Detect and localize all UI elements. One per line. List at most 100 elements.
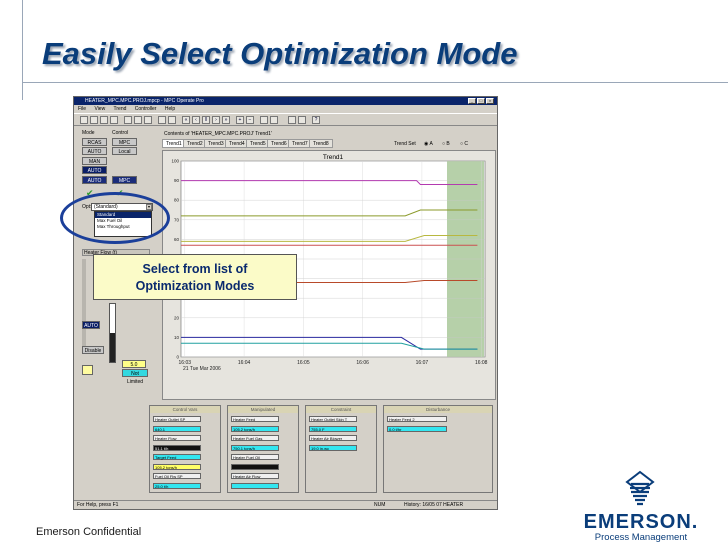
menu-view[interactable]: View <box>94 106 105 112</box>
menu-help[interactable]: Help <box>165 106 175 112</box>
rewind-icon[interactable]: ‹ <box>192 116 200 124</box>
left-rule <box>22 0 23 100</box>
tile-title: Disturbance <box>384 406 492 413</box>
chart-icon[interactable] <box>168 116 176 124</box>
tile-item: 105.2 tons/h <box>153 463 201 470</box>
tile: Constraint Heater Outlet Skin T 755.0 F Hea… <box>305 405 377 493</box>
footer-confidential: Emerson Confidential <box>36 526 142 538</box>
note-icon[interactable] <box>82 365 93 375</box>
logo-wordmark: EMERSON. <box>583 511 699 533</box>
forward-icon[interactable]: › <box>212 116 220 124</box>
control-local-button[interactable]: Local <box>112 147 137 155</box>
tile-item[interactable]: Heater Feed <box>231 416 279 422</box>
tile-item[interactable]: Heater Air Flow <box>231 473 279 479</box>
mode-rcas-button[interactable]: RCAS <box>82 138 107 146</box>
tile-item[interactable]: Heater Outlet Skin T <box>309 416 357 422</box>
tile-item[interactable]: Heater Flow <box>153 435 201 441</box>
tile-item <box>231 482 279 489</box>
menu-trend[interactable]: Trend <box>114 106 127 112</box>
rewind-fast-icon[interactable]: « <box>182 116 190 124</box>
status-bar: For Help, press F1 NUM History: 16/05 07… <box>74 500 497 509</box>
tile-item: 105.2 tons/h <box>231 425 279 432</box>
paste-icon[interactable] <box>144 116 152 124</box>
settings-icon[interactable] <box>288 116 296 124</box>
copy-icon[interactable] <box>134 116 142 124</box>
y-tick-label: 20 <box>174 315 180 320</box>
variable-tiles: Control Vars Heater Outlet SP 640.1 Heater … <box>149 405 497 495</box>
side-scale <box>82 259 86 349</box>
tile-item: Target Feed <box>153 454 201 460</box>
tile-item: 19.0 in.wc <box>309 444 357 451</box>
date-label: 21 Tue Mar 2006 <box>183 366 221 372</box>
callout-line-1: Select from list of <box>142 262 248 276</box>
tile: Disturbance Heater Feed 2 0.0 t/hr <box>383 405 493 493</box>
highlight-oval <box>60 192 170 244</box>
chart-title: Trend1 <box>323 154 344 161</box>
x-tick-label: 16:08 <box>475 360 488 366</box>
tile-item[interactable]: Fuel Oil Flw SP <box>153 473 201 479</box>
mode-auto-selected-button[interactable]: AUTO <box>82 176 107 184</box>
tile: Manipulated Heater Feed 105.2 tons/h Heater… <box>227 405 299 493</box>
tile-item: 750.1 tons/h <box>231 444 279 451</box>
print-icon[interactable] <box>110 116 118 124</box>
tile-item[interactable]: Heater Outlet SP <box>153 416 201 422</box>
not-limited-badge: Not Limited <box>122 369 148 385</box>
logo-subtitle: Process Management <box>594 532 688 543</box>
menu-controller[interactable]: Controller <box>135 106 157 112</box>
tile-item: 51.1 t/h <box>153 444 201 451</box>
tile-item[interactable]: Heater Fuel Gas <box>231 435 279 441</box>
close-button[interactable]: × <box>486 98 494 104</box>
status-history: History: 16/05 07 HEATER <box>404 502 464 508</box>
side-auto-button[interactable]: AUTO <box>82 321 100 329</box>
grid-icon[interactable] <box>260 116 268 124</box>
maximize-button[interactable]: □ <box>477 98 485 104</box>
tile-title: Manipulated <box>228 406 298 413</box>
trend-set-radio-c[interactable]: ○ C <box>460 141 468 147</box>
minimize-button[interactable]: _ <box>468 98 476 104</box>
tile-item[interactable]: Heater Fuel Oil <box>231 454 279 460</box>
new-icon[interactable] <box>80 116 88 124</box>
zoom-out-icon[interactable]: − <box>246 116 254 124</box>
mode-auto-active-button[interactable]: AUTO <box>82 166 107 174</box>
zoom-in-icon[interactable]: + <box>236 116 244 124</box>
tile-item[interactable]: Heater Feed 2 <box>387 416 447 422</box>
tile-item: 0.0 t/hr <box>387 425 447 432</box>
tile-item: 25.0 t/h <box>153 482 201 489</box>
y-tick-label: 80 <box>174 198 180 203</box>
x-tick-label: 16:05 <box>297 360 310 366</box>
tab-trend8[interactable]: Trend8 <box>309 139 333 148</box>
tile-item[interactable]: Heater Air Blower <box>309 435 357 441</box>
y-tick-label: 70 <box>174 217 180 222</box>
level-bar-fill <box>110 333 115 362</box>
value-box: 5.0 <box>122 360 146 368</box>
mode-auto-button[interactable]: AUTO <box>82 147 107 155</box>
trend-set-radio-a[interactable]: ◉ A <box>424 141 433 147</box>
x-tick-label: 16:07 <box>416 360 429 366</box>
table-icon[interactable] <box>270 116 278 124</box>
y-tick-label: 100 <box>171 159 179 164</box>
x-tick-label: 16:06 <box>356 360 369 366</box>
save-icon[interactable] <box>100 116 108 124</box>
tile-item <box>231 463 279 470</box>
control-mpc-selected-button[interactable]: MPC <box>112 176 137 184</box>
trend-icon[interactable] <box>158 116 166 124</box>
open-icon[interactable] <box>90 116 98 124</box>
callout-line-2: Optimization Modes <box>135 279 255 293</box>
control-mpc-button[interactable]: MPC <box>112 138 137 146</box>
trend-set-radio-b[interactable]: ○ B <box>442 141 450 147</box>
help-icon[interactable]: ? <box>312 116 320 124</box>
callout-box: Select from list of Optimization Modes <box>93 254 297 300</box>
cut-icon[interactable] <box>124 116 132 124</box>
slide: Easily Select Optimization Mode HEATER_M… <box>0 0 728 546</box>
filter-icon[interactable] <box>298 116 306 124</box>
disable-button[interactable]: Disable <box>82 346 104 354</box>
emerson-logo: EMERSON. Process Management <box>580 470 702 543</box>
menu-file[interactable]: File <box>78 106 86 112</box>
status-help: For Help, press F1 <box>77 502 119 508</box>
pause-icon[interactable]: ‖ <box>202 116 210 124</box>
tile-title: Control Vars <box>150 406 220 413</box>
mode-man-button[interactable]: MAN <box>82 157 107 165</box>
forward-fast-icon[interactable]: » <box>222 116 230 124</box>
tile-title: Constraint <box>306 406 376 413</box>
toolbar: « ‹ ‖ › » + − ? <box>74 113 497 126</box>
